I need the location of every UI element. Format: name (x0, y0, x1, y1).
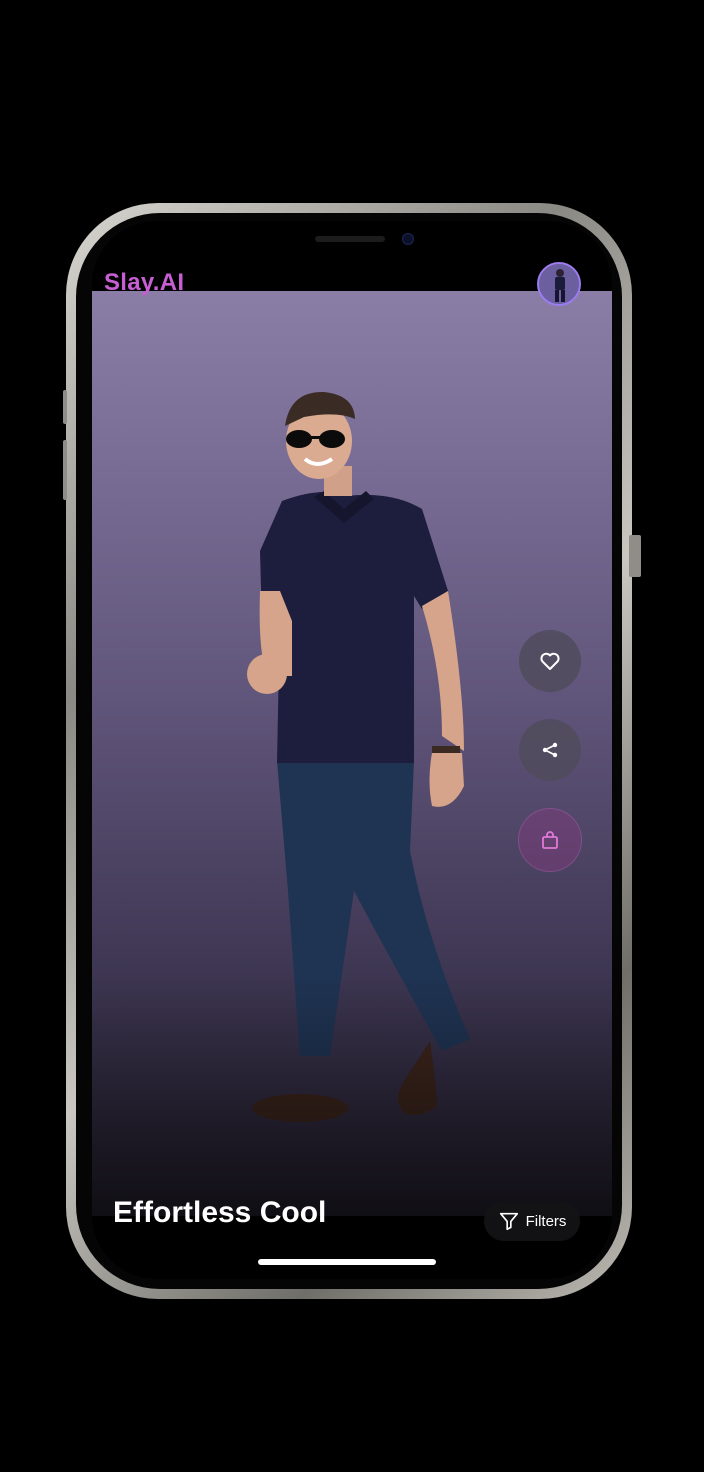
speaker (315, 236, 385, 242)
front-camera (402, 233, 414, 245)
avatar-figure-icon (539, 264, 579, 304)
shop-button[interactable] (519, 809, 581, 871)
bottom-gradient (92, 976, 612, 1216)
filter-icon (499, 1212, 518, 1231)
phone-volume-up (63, 390, 67, 424)
shopping-bag-icon (542, 831, 558, 849)
notch (218, 221, 480, 263)
brand-logo: Slay.AI (104, 269, 185, 296)
share-icon (542, 742, 558, 758)
phone-volume-down (63, 440, 67, 500)
heart-icon (540, 652, 560, 670)
home-indicator[interactable] (258, 1259, 436, 1265)
phone-screen: Slay.AI Effortless Cool Filters (92, 221, 612, 1279)
filters-button[interactable]: Filters (484, 1201, 580, 1241)
outfit-title: Effortless Cool (113, 1196, 327, 1229)
filters-label: Filters (525, 1212, 567, 1230)
share-button[interactable] (519, 719, 581, 781)
profile-avatar[interactable] (537, 262, 581, 306)
phone-side-button (629, 535, 641, 577)
like-button[interactable] (519, 630, 581, 692)
